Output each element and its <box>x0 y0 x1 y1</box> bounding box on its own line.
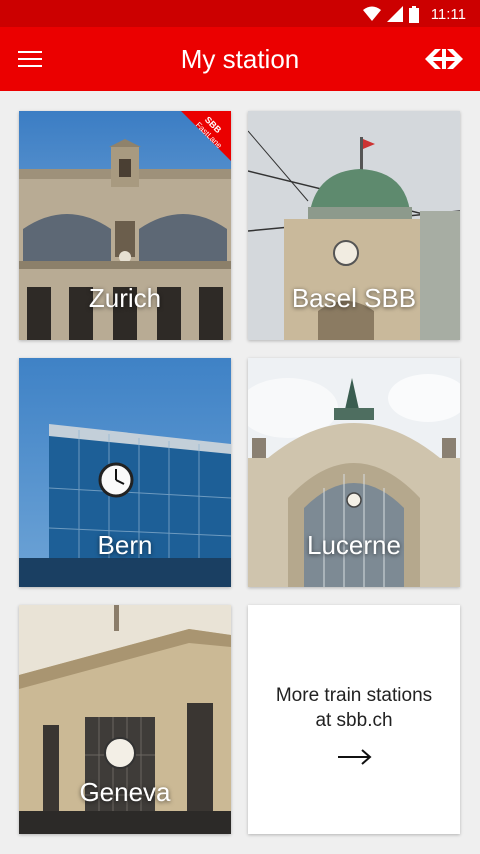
more-stations-line2: at sbb.ch <box>315 710 393 731</box>
station-label-bern: Bern <box>97 530 153 560</box>
app-bar: My station <box>0 27 480 91</box>
arrow-right-icon <box>338 749 372 765</box>
sbb-logo-icon <box>425 49 463 69</box>
battery-icon <box>408 5 419 23</box>
station-label-geneva: Geneva <box>79 777 171 807</box>
status-bar: 11:11 <box>0 0 480 27</box>
more-stations-tile[interactable]: More train stations at sbb.ch <box>248 605 460 834</box>
station-tile-bern[interactable]: Bern <box>19 358 231 587</box>
station-tile-geneva[interactable]: Geneva <box>19 605 231 834</box>
more-stations-line1: More train stations <box>275 685 433 706</box>
signal-icon <box>386 6 403 22</box>
station-label-lucerne: Lucerne <box>307 530 401 560</box>
station-label-basel: Basel SBB <box>291 283 417 313</box>
station-label-zurich: Zurich <box>88 283 162 313</box>
wifi-icon <box>362 6 381 21</box>
station-tile-zurich[interactable]: SBB FastLane Zurich <box>19 111 231 340</box>
station-tile-basel[interactable]: Basel SBB <box>248 111 460 340</box>
status-time: 11:11 <box>430 5 466 23</box>
page-title: My station <box>180 44 300 74</box>
sbb-logo[interactable] <box>422 41 466 77</box>
more-stations-text: More train stations at sbb.ch <box>248 683 460 733</box>
station-tile-lucerne[interactable]: Lucerne <box>248 358 460 587</box>
status-icons: 11:11 <box>362 4 466 24</box>
fastlane-badge: SBB FastLane <box>181 111 231 161</box>
